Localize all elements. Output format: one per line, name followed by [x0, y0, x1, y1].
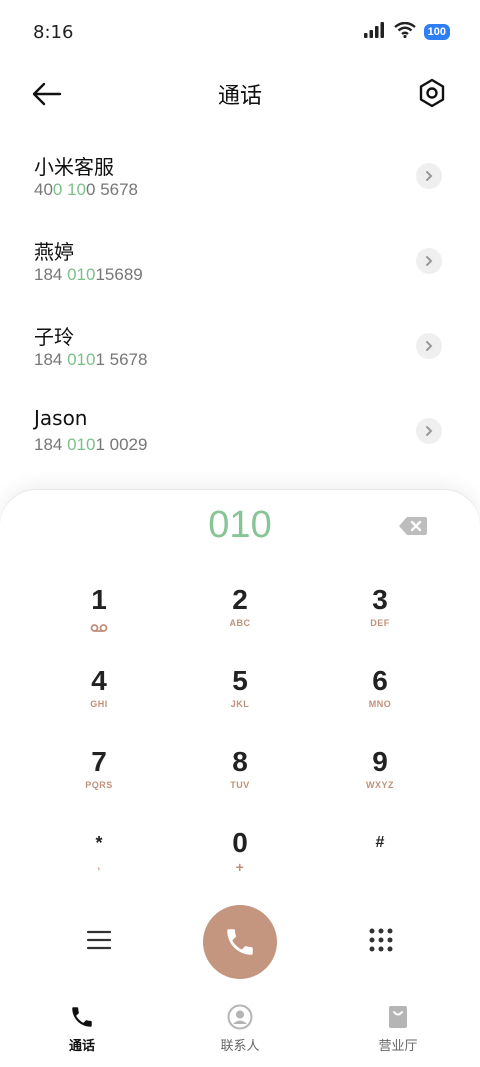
key-letters: PQRS — [85, 780, 113, 790]
contact-number: 184 0101 0029 — [34, 435, 148, 454]
keypad-grid-icon — [369, 928, 393, 952]
key-letters: DEF — [370, 618, 390, 628]
settings-hexagon-icon — [419, 78, 445, 108]
key-1[interactable]: 1 — [39, 582, 159, 652]
phone-icon — [227, 929, 253, 955]
key-4[interactable]: 4 GHI — [39, 663, 159, 733]
key-3[interactable]: 3 DEF — [320, 582, 440, 652]
key-hash[interactable]: # — [320, 825, 440, 895]
dialpad-actions — [0, 905, 480, 985]
contact-name: 小米客服 — [34, 155, 114, 179]
key-star[interactable]: * , — [39, 825, 159, 895]
contact-name: 子玲 — [34, 325, 74, 349]
key-digit: 2 — [232, 584, 248, 615]
contact-detail-button[interactable] — [416, 248, 442, 274]
menu-button[interactable] — [86, 927, 112, 953]
call-button[interactable] — [203, 905, 277, 979]
status-bar: 8:16 100 — [0, 0, 480, 60]
key-5[interactable]: 5 JKL — [180, 663, 300, 733]
key-digit: 6 — [372, 665, 388, 696]
key-digit: 0 — [232, 827, 248, 858]
key-digit: 1 — [91, 584, 107, 615]
contact-results-list: 小米客服 400 100 5678 燕婷 184 01015689 子玲 184… — [0, 135, 480, 475]
key-digit: * — [95, 833, 103, 853]
tab-calls[interactable]: 通话 — [32, 1003, 132, 1054]
key-digit: 7 — [91, 746, 107, 777]
key-letters: + — [235, 859, 245, 875]
contact-number: 400 100 5678 — [34, 180, 139, 199]
key-2[interactable]: 2 ABC — [180, 582, 300, 652]
shopping-bag-icon — [348, 1003, 448, 1031]
chevron-right-icon — [426, 171, 433, 181]
key-letters: , — [97, 861, 101, 871]
contact-detail-button[interactable] — [416, 418, 442, 444]
contact-name: 燕婷 — [34, 240, 74, 264]
tab-label: 通话 — [68, 1039, 95, 1054]
key-7[interactable]: 7 PQRS — [39, 744, 159, 814]
page-title: 通话 — [217, 84, 262, 109]
key-digit: 5 — [232, 665, 248, 696]
backspace-button[interactable] — [398, 516, 432, 538]
key-letters: JKL — [230, 699, 250, 709]
settings-button[interactable] — [416, 76, 448, 112]
contact-detail-button[interactable] — [416, 163, 442, 189]
voicemail-icon — [39, 618, 159, 637]
key-letters: WXYZ — [366, 780, 394, 790]
chevron-right-icon — [426, 426, 433, 436]
key-digit: 3 — [372, 584, 388, 615]
bottom-tab-bar: 通话 联系人 营业厅 — [0, 995, 480, 1067]
tab-service-hall[interactable]: 营业厅 — [348, 1003, 448, 1054]
contact-detail-button[interactable] — [416, 333, 442, 359]
key-letters: GHI — [90, 699, 108, 709]
contacts-icon — [190, 1003, 290, 1031]
key-letters: TUV — [230, 780, 250, 790]
key-digit: 4 — [91, 665, 107, 696]
key-0[interactable]: 0 + — [180, 825, 300, 895]
list-item[interactable]: 燕婷 184 01015689 — [0, 220, 480, 305]
tab-contacts[interactable]: 联系人 — [190, 1003, 290, 1054]
status-icons: 100 — [363, 21, 450, 42]
chevron-right-icon — [426, 341, 433, 351]
contact-name: Jason — [34, 406, 88, 430]
signal-icon — [363, 22, 386, 42]
key-letters: ABC — [229, 618, 251, 628]
key-9[interactable]: 9 WXYZ — [320, 744, 440, 814]
key-digit: 8 — [232, 746, 248, 777]
dialpad-panel: 010 1 2 ABC 3 DEF 4 GHI 5 JKL 6 MNO 7 PQ… — [0, 490, 480, 1067]
chevron-right-icon — [426, 256, 433, 266]
key-8[interactable]: 8 TUV — [180, 744, 300, 814]
key-6[interactable]: 6 MNO — [320, 663, 440, 733]
list-item[interactable]: 子玲 184 0101 5678 — [0, 305, 480, 390]
key-letters: MNO — [368, 699, 392, 709]
keypad-toggle-button[interactable] — [368, 927, 394, 953]
list-item[interactable]: 小米客服 400 100 5678 — [0, 135, 480, 220]
list-item[interactable]: Jason 184 0101 0029 — [0, 390, 480, 475]
key-digit: 9 — [372, 746, 388, 777]
contact-number: 184 01015689 — [34, 265, 143, 284]
wifi-icon — [393, 21, 416, 42]
status-time: 8:16 — [33, 22, 74, 43]
backspace-icon — [399, 517, 427, 535]
tab-label: 营业厅 — [378, 1039, 418, 1054]
phone-icon — [32, 1003, 132, 1031]
key-digit: # — [375, 834, 385, 851]
hamburger-menu-icon — [86, 930, 112, 950]
contact-number: 184 0101 5678 — [34, 350, 148, 369]
tab-label: 联系人 — [220, 1039, 260, 1054]
battery-indicator: 100 — [423, 24, 450, 40]
header: 通话 — [0, 70, 480, 120]
